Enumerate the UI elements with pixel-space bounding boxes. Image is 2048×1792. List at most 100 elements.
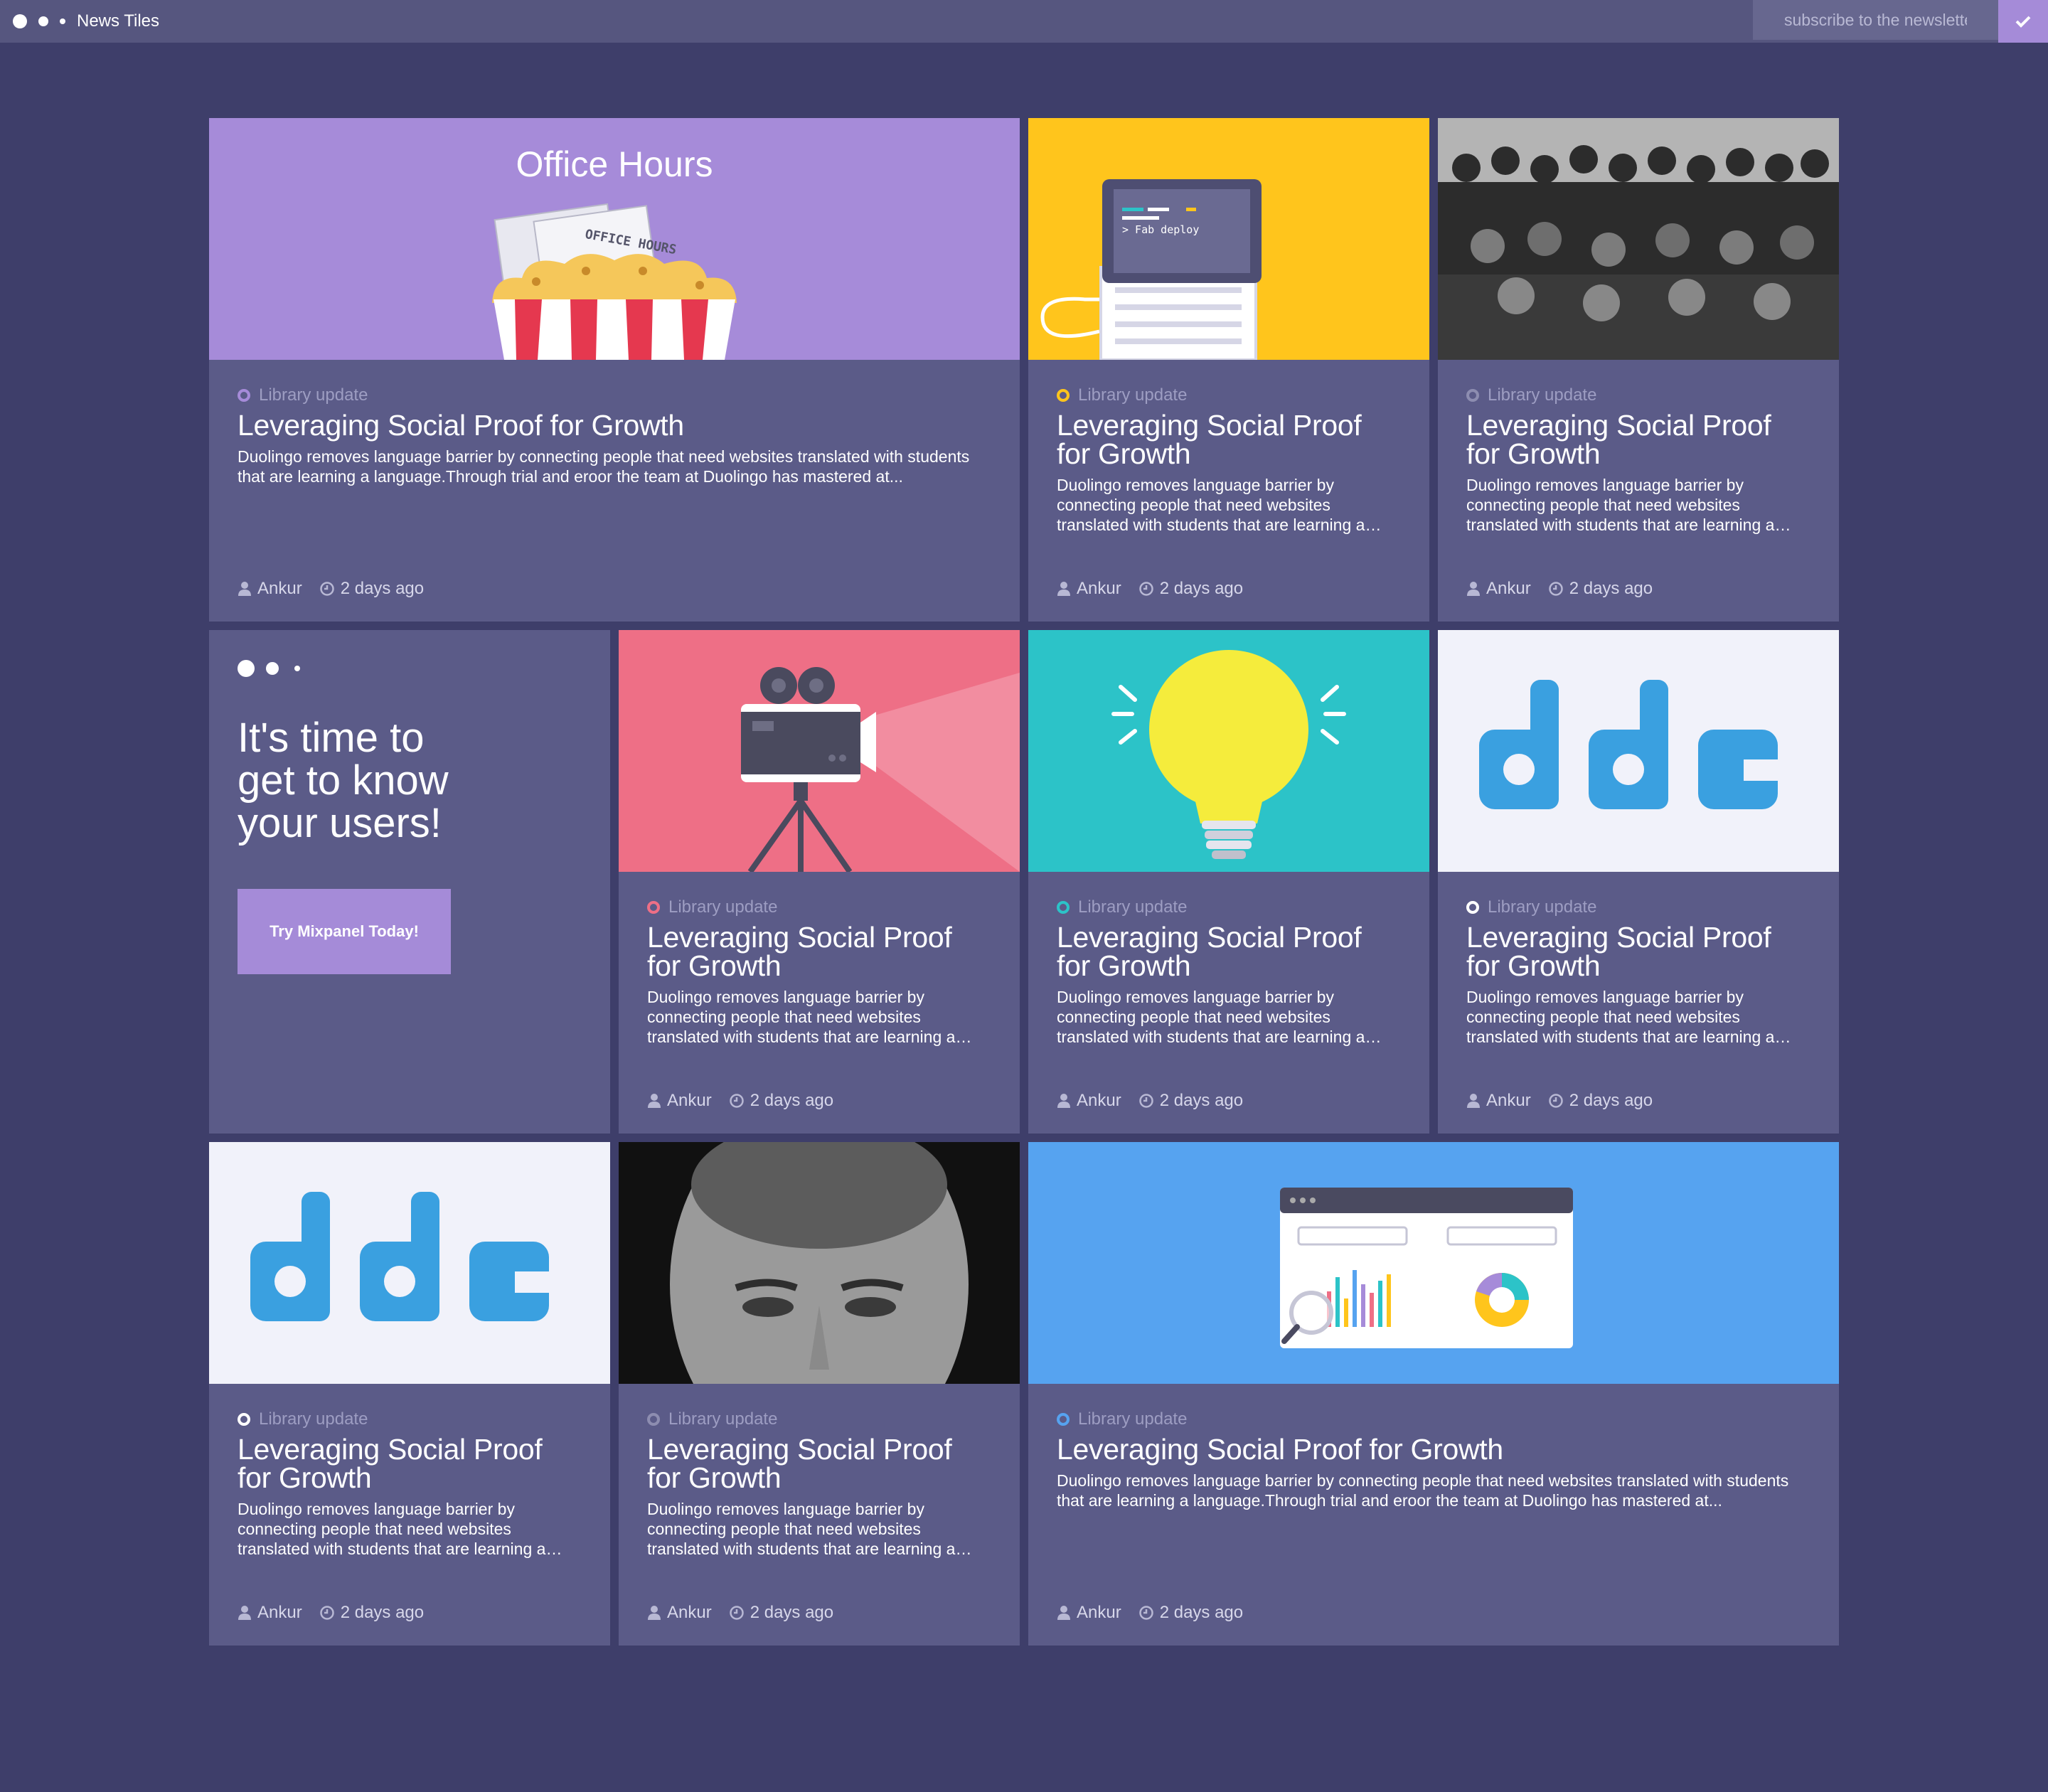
article-title[interactable]: Leveraging Social Proof for Growth bbox=[647, 923, 991, 981]
category-ring-icon bbox=[1057, 1413, 1070, 1426]
category-label: Library update bbox=[1057, 1409, 1810, 1429]
timestamp: 2 days ago bbox=[729, 1603, 833, 1623]
clock-icon bbox=[1548, 1094, 1563, 1108]
news-tile[interactable]: Office Hours OFFICE HOURS Library update… bbox=[209, 118, 1020, 622]
light-bulb-illustration bbox=[1028, 630, 1429, 872]
article-title[interactable]: Leveraging Social Proof for Growth bbox=[238, 411, 991, 440]
article-title[interactable]: Leveraging Social Proof for Growth bbox=[1057, 1435, 1810, 1464]
user-icon bbox=[648, 1606, 661, 1620]
timestamp: 2 days ago bbox=[1548, 579, 1653, 599]
category-ring-icon bbox=[1057, 389, 1070, 402]
logo-dot-medium bbox=[38, 16, 48, 26]
news-tile[interactable]: Library update Leveraging Social Proof f… bbox=[209, 1142, 610, 1646]
category-label: Library update bbox=[647, 1409, 991, 1429]
category-label: Library update bbox=[1057, 897, 1401, 917]
news-grid: Office Hours OFFICE HOURS Library update… bbox=[209, 118, 1840, 1646]
user-icon bbox=[1057, 1606, 1070, 1620]
author[interactable]: Ankur bbox=[1057, 1603, 1121, 1623]
news-tile[interactable]: Library update Leveraging Social Proof f… bbox=[619, 1142, 1020, 1646]
author[interactable]: Ankur bbox=[647, 1603, 712, 1623]
promo-logo bbox=[238, 660, 582, 677]
article-description: Duolingo removes language barrier by con… bbox=[647, 1500, 956, 1558]
checkmark-icon bbox=[2015, 16, 2031, 28]
article-description: Duolingo removes language barrier by con… bbox=[1057, 988, 1365, 1046]
user-icon bbox=[238, 1606, 251, 1620]
article-title[interactable]: Leveraging Social Proof for Growth bbox=[1057, 411, 1401, 469]
article-meta: Ankur 2 days ago bbox=[238, 1603, 424, 1623]
category-text: Library update bbox=[259, 385, 368, 405]
user-icon bbox=[1057, 1094, 1070, 1108]
news-tile[interactable]: > Fab deploy Library update Leveraging S… bbox=[1028, 118, 1429, 622]
author[interactable]: Ankur bbox=[1057, 1091, 1121, 1111]
promo-tile: It's time to get to know your users! Try… bbox=[209, 630, 610, 1134]
office-hours-illustration: Office Hours OFFICE HOURS bbox=[209, 118, 1020, 360]
article-title[interactable]: Leveraging Social Proof for Growth bbox=[647, 1435, 991, 1493]
article-meta: Ankur 2 days ago bbox=[647, 1603, 833, 1623]
fab-deploy-laptop-illustration: > Fab deploy bbox=[1028, 118, 1429, 360]
article-meta: Ankur 2 days ago bbox=[647, 1091, 833, 1111]
team-group-photo bbox=[1438, 118, 1839, 360]
timestamp: 2 days ago bbox=[1548, 1091, 1653, 1111]
author[interactable]: Ankur bbox=[238, 1603, 302, 1623]
man-portrait-photo bbox=[619, 1142, 1020, 1384]
article-description: Duolingo removes language barrier by con… bbox=[1466, 988, 1775, 1046]
promo-heading: It's time to get to know your users! bbox=[238, 715, 449, 846]
brand[interactable]: News Tiles bbox=[13, 11, 159, 31]
author[interactable]: Ankur bbox=[238, 579, 302, 599]
news-tile[interactable]: Library update Leveraging Social Proof f… bbox=[619, 630, 1020, 1134]
article-meta: Ankur 2 days ago bbox=[238, 579, 424, 599]
category-label: Library update bbox=[1057, 385, 1401, 405]
author[interactable]: Ankur bbox=[1466, 579, 1531, 599]
category-ring-icon bbox=[647, 1413, 660, 1426]
article-meta: Ankur 2 days ago bbox=[1466, 1091, 1653, 1111]
category-ring-icon bbox=[1466, 389, 1479, 402]
article-meta: Ankur 2 days ago bbox=[1057, 1603, 1243, 1623]
news-tile[interactable]: Library update Leveraging Social Proof f… bbox=[1028, 1142, 1839, 1646]
article-description: Duolingo removes language barrier by con… bbox=[1057, 1471, 1789, 1510]
news-tile[interactable]: Library update Leveraging Social Proof f… bbox=[1028, 630, 1429, 1134]
ddc-logo bbox=[1438, 630, 1839, 872]
clock-icon bbox=[729, 1094, 744, 1108]
article-title[interactable]: Leveraging Social Proof for Growth bbox=[1466, 411, 1810, 469]
article-meta: Ankur 2 days ago bbox=[1057, 579, 1243, 599]
author[interactable]: Ankur bbox=[1466, 1091, 1531, 1111]
clock-icon bbox=[1138, 582, 1153, 596]
article-title[interactable]: Leveraging Social Proof for Growth bbox=[238, 1435, 582, 1493]
newsletter-submit-button[interactable] bbox=[1998, 0, 2048, 43]
author[interactable]: Ankur bbox=[647, 1091, 712, 1111]
category-ring-icon bbox=[1057, 901, 1070, 914]
try-mixpanel-button[interactable]: Try Mixpanel Today! bbox=[238, 889, 451, 974]
newsletter-email-input[interactable] bbox=[1753, 0, 1998, 40]
timestamp: 2 days ago bbox=[1138, 1603, 1243, 1623]
category-label: Library update bbox=[238, 385, 991, 405]
timestamp: 2 days ago bbox=[319, 579, 424, 599]
article-meta: Ankur 2 days ago bbox=[1466, 579, 1653, 599]
category-label: Library update bbox=[238, 1409, 582, 1429]
article-title[interactable]: Leveraging Social Proof for Growth bbox=[1057, 923, 1401, 981]
article-description: Duolingo removes language barrier by con… bbox=[1466, 476, 1775, 534]
category-label: Library update bbox=[647, 897, 991, 917]
article-description: Duolingo removes language barrier by con… bbox=[647, 988, 956, 1046]
article-description: Duolingo removes language barrier by con… bbox=[238, 1500, 546, 1558]
user-icon bbox=[1467, 582, 1480, 596]
timestamp: 2 days ago bbox=[729, 1091, 833, 1111]
user-icon bbox=[238, 582, 251, 596]
terminal-text: > Fab deploy bbox=[1122, 223, 1199, 236]
analytics-dashboard-illustration bbox=[1028, 1142, 1839, 1384]
news-tile[interactable]: Library update Leveraging Social Proof f… bbox=[1438, 118, 1839, 622]
author[interactable]: Ankur bbox=[1057, 579, 1121, 599]
clock-icon bbox=[1548, 582, 1563, 596]
article-meta: Ankur 2 days ago bbox=[1057, 1091, 1243, 1111]
category-label: Library update bbox=[1466, 385, 1810, 405]
category-ring-icon bbox=[238, 389, 250, 402]
news-tile[interactable]: Library update Leveraging Social Proof f… bbox=[1438, 630, 1839, 1134]
top-bar: News Tiles bbox=[0, 0, 2048, 43]
user-icon bbox=[648, 1094, 661, 1108]
category-ring-icon bbox=[1466, 901, 1479, 914]
logo-dot-medium bbox=[266, 662, 279, 675]
article-title[interactable]: Leveraging Social Proof for Growth bbox=[1466, 923, 1810, 981]
office-hours-heading: Office Hours bbox=[516, 144, 713, 184]
category-label: Library update bbox=[1466, 897, 1810, 917]
category-ring-icon bbox=[647, 901, 660, 914]
logo-dot-large bbox=[238, 660, 255, 677]
